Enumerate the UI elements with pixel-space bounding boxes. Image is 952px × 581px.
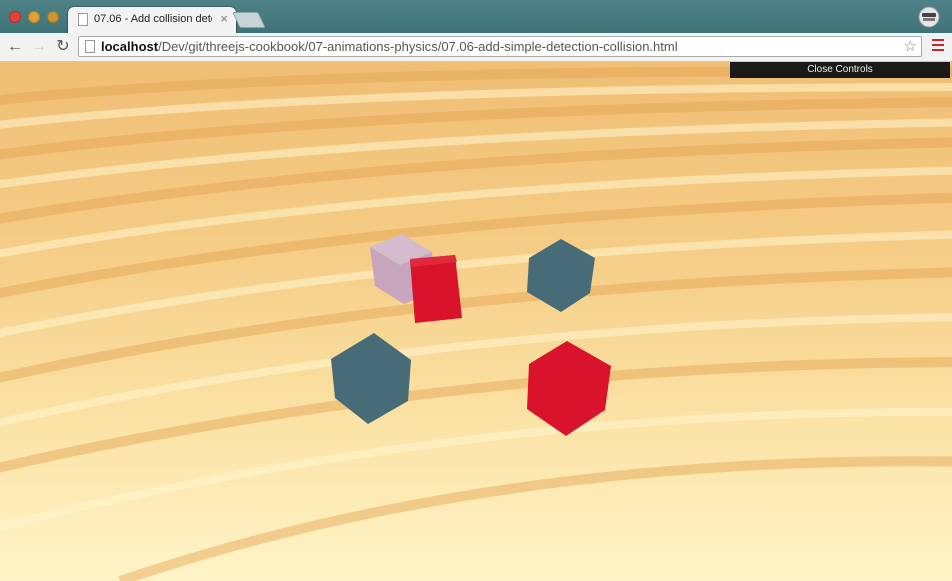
tab-title: 07.06 - Add collision dete [94,13,212,25]
tab-active[interactable]: 07.06 - Add collision dete × [68,7,236,33]
scene-svg [0,62,952,581]
bookmark-star-icon[interactable]: ☆ [904,37,917,55]
forward-icon[interactable]: → [30,38,48,56]
new-tab-button[interactable] [232,12,266,28]
profile-icon[interactable] [918,6,940,28]
toolbar: ← → ↻ localhost/Dev/git/threejs-cookbook… [0,33,952,62]
url-path: /Dev/git/threejs-cookbook/07-animations-… [158,39,678,54]
reload-icon[interactable]: ↻ [54,38,72,56]
browser-window: 07.06 - Add collision dete × ← → ↻ local… [0,0,952,581]
back-icon[interactable]: ← [6,38,24,56]
url-host: localhost [101,39,159,54]
menu-icon[interactable] [932,39,944,53]
close-controls-button[interactable]: Close Controls [730,62,950,78]
page-icon [85,40,95,53]
cube-red-upper [410,255,462,323]
tab-strip: 07.06 - Add collision dete × [0,0,952,33]
minimize-window-button[interactable] [28,11,40,23]
url-text: localhost/Dev/git/threejs-cookbook/07-an… [101,39,678,54]
close-tab-icon[interactable]: × [220,11,228,26]
close-window-button[interactable] [9,11,21,23]
page-icon [78,13,88,26]
maximize-window-button[interactable] [47,11,59,23]
webgl-canvas[interactable]: Close Controls [0,62,952,581]
address-bar[interactable]: localhost/Dev/git/threejs-cookbook/07-an… [78,36,922,57]
